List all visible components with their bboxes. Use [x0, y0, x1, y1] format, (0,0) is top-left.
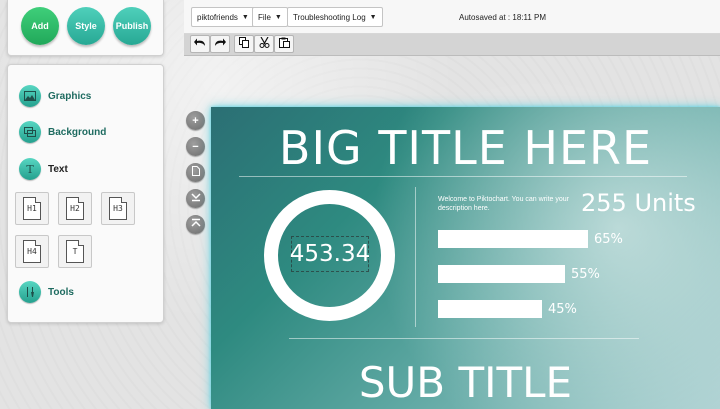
text-icon: T [19, 158, 41, 180]
background-label: Background [48, 126, 107, 138]
page-button[interactable] [186, 163, 205, 182]
minus-icon: − [192, 140, 199, 153]
zoom-out-button[interactable]: − [186, 137, 205, 156]
heading3-icon: H3 [109, 197, 127, 220]
action-panel: Add Style Publish [7, 0, 164, 56]
top-toolbar: piktofriends ▼ File ▼ Troubleshooting Log ▼… [184, 0, 720, 34]
text-label: Text [48, 163, 68, 175]
zoom-in-button[interactable]: + [186, 111, 205, 130]
image-icon [19, 85, 41, 107]
graphics-label: Graphics [48, 90, 92, 102]
paste-icon [278, 37, 290, 51]
move-up-button[interactable] [186, 215, 205, 234]
progress-bar[interactable] [438, 300, 542, 318]
redo-icon [214, 38, 226, 50]
description-text[interactable]: Welcome to Piktochart. You can write you… [438, 195, 588, 213]
style-button[interactable]: Style [67, 7, 105, 45]
body-text-icon: T [66, 240, 84, 263]
tools-label: Tools [48, 286, 74, 298]
file-dropdown[interactable]: File ▼ [252, 7, 288, 27]
heading3-button[interactable]: H3 [101, 192, 135, 225]
bottom-divider [289, 338, 639, 339]
heading4-icon: H4 [23, 240, 41, 263]
text-tool[interactable]: T Text [19, 158, 68, 180]
tools-icon [19, 281, 41, 303]
heading4-button[interactable]: H4 [15, 235, 49, 268]
body-text-button[interactable]: T [58, 235, 92, 268]
copy-icon [238, 37, 250, 51]
canvas-subtitle[interactable]: SUB TITLE [211, 358, 720, 407]
paste-button[interactable] [274, 35, 294, 53]
chevron-down-icon: ▼ [241, 13, 249, 21]
cut-icon [259, 36, 270, 51]
cut-button[interactable] [254, 35, 274, 53]
plus-icon: + [192, 114, 199, 127]
move-down-icon [190, 192, 201, 205]
edit-toolbar [184, 34, 720, 56]
publish-button[interactable]: Publish [113, 7, 151, 45]
add-button[interactable]: Add [21, 7, 59, 45]
ring-value[interactable]: 453.34 [290, 236, 370, 272]
autosave-status: Autosaved at : 18:11 PM [459, 13, 547, 22]
account-dropdown[interactable]: piktofriends ▼ [191, 7, 255, 27]
heading1-button[interactable]: H1 [15, 192, 49, 225]
chevron-down-icon: ▼ [369, 13, 377, 21]
account-label: piktofriends [197, 12, 238, 22]
tools-tool[interactable]: Tools [19, 281, 74, 303]
log-dropdown[interactable]: Troubleshooting Log ▼ [287, 7, 383, 27]
heading1-icon: H1 [23, 197, 41, 220]
progress-bar-label[interactable]: 65% [594, 232, 623, 247]
page-icon [191, 166, 200, 179]
file-label: File [258, 12, 271, 22]
heading2-button[interactable]: H2 [58, 192, 92, 225]
redo-button[interactable] [210, 35, 230, 53]
canvas-title[interactable]: BIG TITLE HERE [211, 121, 720, 175]
vertical-divider [415, 187, 416, 327]
graphics-tool[interactable]: Graphics [19, 85, 91, 107]
progress-bar[interactable] [438, 230, 588, 248]
undo-button[interactable] [190, 35, 210, 53]
move-up-icon [190, 218, 201, 231]
undo-icon [194, 38, 206, 50]
infographic-canvas[interactable]: BIG TITLE HERE 453.34 Welcome to Piktoch… [211, 107, 720, 409]
log-label: Troubleshooting Log [293, 12, 366, 22]
heading2-icon: H2 [66, 197, 84, 220]
progress-bar-label[interactable]: 45% [548, 302, 577, 317]
top-divider [239, 176, 687, 177]
chevron-down-icon: ▼ [274, 13, 282, 21]
background-tool[interactable]: Background [19, 121, 106, 143]
copy-button[interactable] [234, 35, 254, 53]
progress-bar[interactable] [438, 265, 565, 283]
progress-bar-label[interactable]: 55% [571, 267, 600, 282]
tools-panel: Graphics Background T Text H1 H2 H3 H4 T… [7, 64, 164, 323]
layers-icon [19, 121, 41, 143]
move-down-button[interactable] [186, 189, 205, 208]
units-text[interactable]: 255 Units [581, 189, 696, 217]
